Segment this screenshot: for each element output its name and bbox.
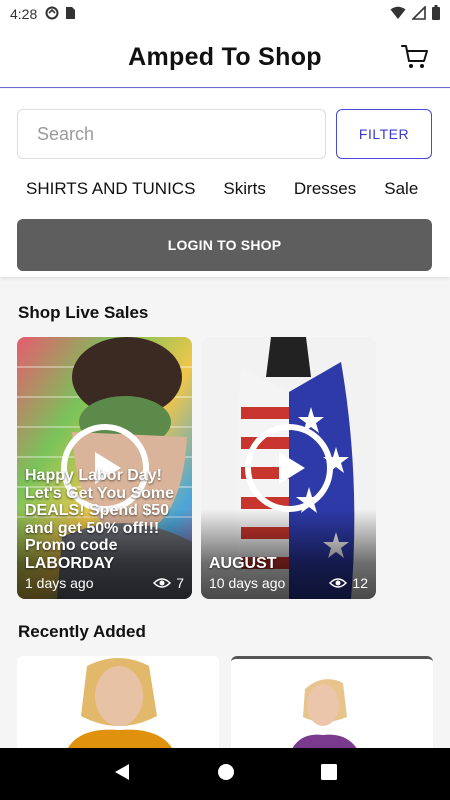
view-count: 12 [329,575,368,591]
app-header: Amped To Shop [0,28,450,88]
live-sale-card[interactable]: Happy Labor Day! Let's Get You Some DEAL… [17,337,192,599]
system-nav-bar [0,748,450,800]
status-time: 4:28 [10,6,38,22]
home-circle-icon[interactable] [217,763,235,786]
cart-button[interactable] [400,42,430,72]
category-tab-shirts[interactable]: SHIRTS AND TUNICS [26,179,195,201]
battery-icon [432,5,440,23]
filter-button[interactable]: FILTER [336,109,432,159]
category-tab-skirts[interactable]: Skirts [223,179,266,201]
play-icon [279,452,305,484]
play-button[interactable] [245,424,333,512]
recents-square-icon[interactable] [321,763,337,785]
live-sale-age: 1 days ago [25,575,94,591]
status-bar: 4:28 [0,0,450,28]
category-tab-sale[interactable]: Sale [384,179,418,201]
top-panel: FILTER SHIRTS AND TUNICS Skirts Dresses … [0,89,450,277]
eye-icon [329,578,348,588]
category-tabs: SHIRTS AND TUNICS Skirts Dresses Sale [26,179,450,201]
app-title: Amped To Shop [128,43,322,71]
view-count: 7 [153,575,184,591]
sync-icon [45,6,59,23]
sim-card-icon [65,6,76,23]
live-sale-title: AUGUST [209,555,277,572]
eye-icon [153,578,172,588]
category-tab-dresses[interactable]: Dresses [294,179,356,201]
cell-signal-icon [411,4,426,23]
view-count-value: 7 [176,575,184,591]
live-sale-card[interactable]: AUGUST 10 days ago 12 [201,337,376,599]
search-input[interactable] [17,109,326,159]
live-sale-meta: 10 days ago 12 [209,574,368,592]
login-to-shop-button[interactable]: LOGIN TO SHOP [17,219,432,271]
live-sales-heading: Shop Live Sales [18,303,149,322]
view-count-value: 12 [352,575,368,591]
back-triangle-icon[interactable] [113,763,131,786]
wifi-icon [390,6,406,23]
live-sale-meta: 1 days ago 7 [25,574,184,592]
live-sale-age: 10 days ago [209,575,286,591]
live-sale-title: Happy Labor Day! Let's Get You Some DEAL… [25,467,175,572]
recently-added-heading: Recently Added [18,622,146,641]
cart-icon [401,45,428,68]
